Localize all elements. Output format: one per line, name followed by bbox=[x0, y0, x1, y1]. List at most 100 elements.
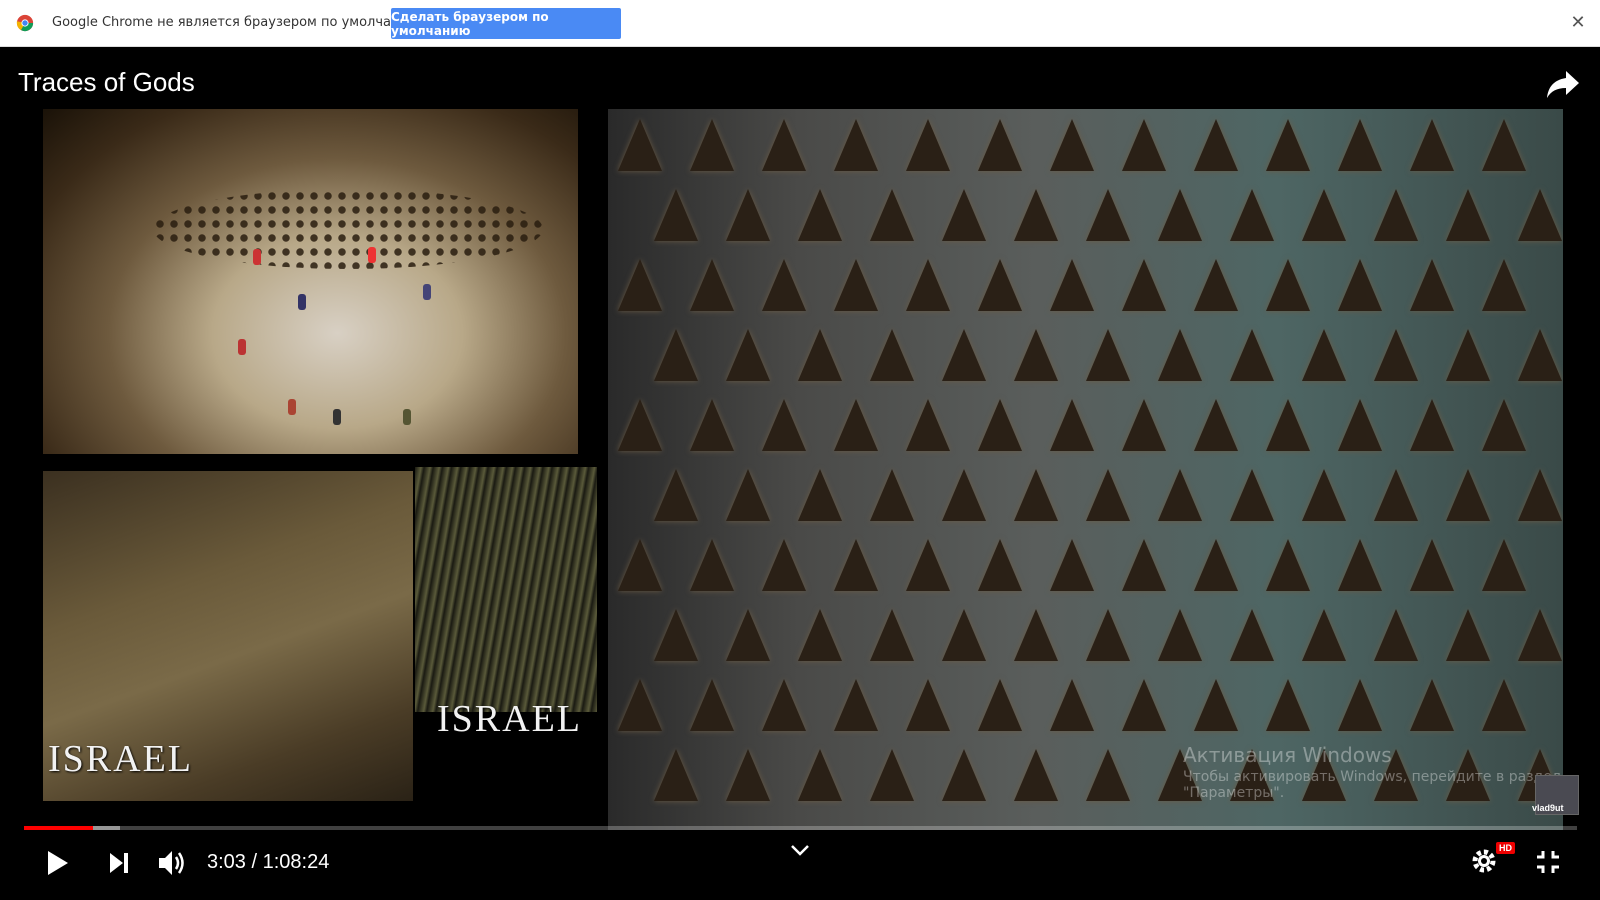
time-separator: / bbox=[251, 851, 258, 873]
wall-niche bbox=[762, 679, 806, 731]
volume-icon[interactable] bbox=[157, 849, 189, 877]
wall-niche bbox=[1230, 189, 1274, 241]
wall-niche bbox=[690, 119, 734, 171]
wall-niche bbox=[1410, 259, 1454, 311]
wall-niche bbox=[1050, 259, 1094, 311]
wall-niche bbox=[1122, 399, 1166, 451]
wall-niche bbox=[690, 679, 734, 731]
wall-niche bbox=[1518, 609, 1562, 661]
wall-niche bbox=[1086, 189, 1130, 241]
wall-niche bbox=[870, 749, 914, 801]
wall-niche bbox=[618, 539, 662, 591]
video-frame-columbarium bbox=[608, 109, 1563, 830]
wall-niche bbox=[834, 679, 878, 731]
video-title[interactable]: Traces of Gods bbox=[18, 67, 195, 98]
wall-niche bbox=[654, 189, 698, 241]
next-icon[interactable] bbox=[108, 851, 130, 875]
wall-niche bbox=[1122, 259, 1166, 311]
video-frame-cave-closeup bbox=[415, 467, 597, 712]
wall-niche bbox=[1446, 189, 1490, 241]
wall-niche bbox=[1338, 679, 1382, 731]
play-icon[interactable] bbox=[46, 849, 70, 877]
figure bbox=[253, 249, 261, 265]
wall-niche bbox=[942, 469, 986, 521]
wall-niche bbox=[654, 609, 698, 661]
wall-niche bbox=[1482, 119, 1526, 171]
chrome-logo-icon bbox=[16, 14, 34, 32]
wall-niche bbox=[1086, 329, 1130, 381]
wall-niche bbox=[906, 679, 950, 731]
channel-name[interactable]: vlad9ut bbox=[1532, 803, 1564, 813]
video-player[interactable]: Traces of Gods ISRAEL ISRAEL Активация W… bbox=[0, 47, 1600, 900]
wall-niche bbox=[1374, 469, 1418, 521]
figure bbox=[238, 339, 246, 355]
wall-niche bbox=[1050, 539, 1094, 591]
wall-niche bbox=[654, 329, 698, 381]
wall-niche bbox=[1374, 189, 1418, 241]
progress-bar[interactable] bbox=[24, 826, 1577, 830]
wall-niche bbox=[654, 749, 698, 801]
wall-niche bbox=[1194, 399, 1238, 451]
wall-niche bbox=[942, 749, 986, 801]
wall-niche bbox=[762, 399, 806, 451]
wall-niche bbox=[654, 469, 698, 521]
wall-niche bbox=[1482, 399, 1526, 451]
wall-niche bbox=[1014, 189, 1058, 241]
wall-niche bbox=[618, 399, 662, 451]
wall-niche bbox=[1518, 189, 1562, 241]
wall-niche bbox=[690, 539, 734, 591]
wall-niche bbox=[906, 539, 950, 591]
cave-niches bbox=[153, 189, 543, 269]
wall-niche bbox=[906, 259, 950, 311]
wall-niche bbox=[1086, 469, 1130, 521]
wall-niche bbox=[762, 539, 806, 591]
wall-niche bbox=[1302, 609, 1346, 661]
wall-niche bbox=[978, 679, 1022, 731]
wall-niche bbox=[1230, 469, 1274, 521]
wall-niche bbox=[1410, 539, 1454, 591]
wall-niche bbox=[1482, 539, 1526, 591]
wall-niche bbox=[1482, 679, 1526, 731]
wall-niche bbox=[1086, 609, 1130, 661]
wall-niche bbox=[978, 399, 1022, 451]
wall-niche bbox=[1338, 259, 1382, 311]
set-default-browser-button[interactable]: Сделать браузером по умолчанию bbox=[391, 8, 621, 39]
wall-niche bbox=[870, 329, 914, 381]
wall-niche bbox=[942, 609, 986, 661]
share-icon[interactable] bbox=[1546, 69, 1580, 99]
overlay-caption: ISRAEL bbox=[48, 738, 193, 780]
wall-niche bbox=[1014, 609, 1058, 661]
chevron-down-icon[interactable] bbox=[789, 843, 811, 857]
player-controls: 3:03 / 1:08:24 HD bbox=[0, 837, 1600, 897]
wall-niche bbox=[906, 399, 950, 451]
close-icon[interactable]: ✕ bbox=[1568, 12, 1588, 32]
current-time: 3:03 bbox=[207, 851, 246, 873]
wall-niche bbox=[1158, 189, 1202, 241]
figure bbox=[298, 294, 306, 310]
wall-niche bbox=[834, 119, 878, 171]
wall-niche bbox=[1014, 469, 1058, 521]
exit-fullscreen-icon[interactable] bbox=[1535, 849, 1561, 875]
wall-niche bbox=[1410, 119, 1454, 171]
wall-niche bbox=[1122, 539, 1166, 591]
gear-icon[interactable] bbox=[1470, 847, 1498, 875]
overlay-caption: ISRAEL bbox=[437, 698, 582, 740]
wall-niche bbox=[1050, 679, 1094, 731]
hd-badge: HD bbox=[1496, 842, 1515, 854]
wall-niche bbox=[942, 189, 986, 241]
wall-niche bbox=[762, 259, 806, 311]
video-frame-cave-top bbox=[43, 109, 578, 454]
duration: 1:08:24 bbox=[262, 851, 330, 873]
wall-niche bbox=[690, 259, 734, 311]
figure bbox=[288, 399, 296, 415]
figure bbox=[403, 409, 411, 425]
wall-niche bbox=[1518, 469, 1562, 521]
wall-niche bbox=[978, 539, 1022, 591]
wall-niche bbox=[1482, 259, 1526, 311]
wall-niche bbox=[1266, 399, 1310, 451]
wall-niche bbox=[1230, 329, 1274, 381]
windows-activation-text: Чтобы активировать Windows, перейдите в … bbox=[1183, 769, 1561, 801]
figure bbox=[423, 284, 431, 300]
wall-niche bbox=[1410, 679, 1454, 731]
wall-niche bbox=[1266, 259, 1310, 311]
